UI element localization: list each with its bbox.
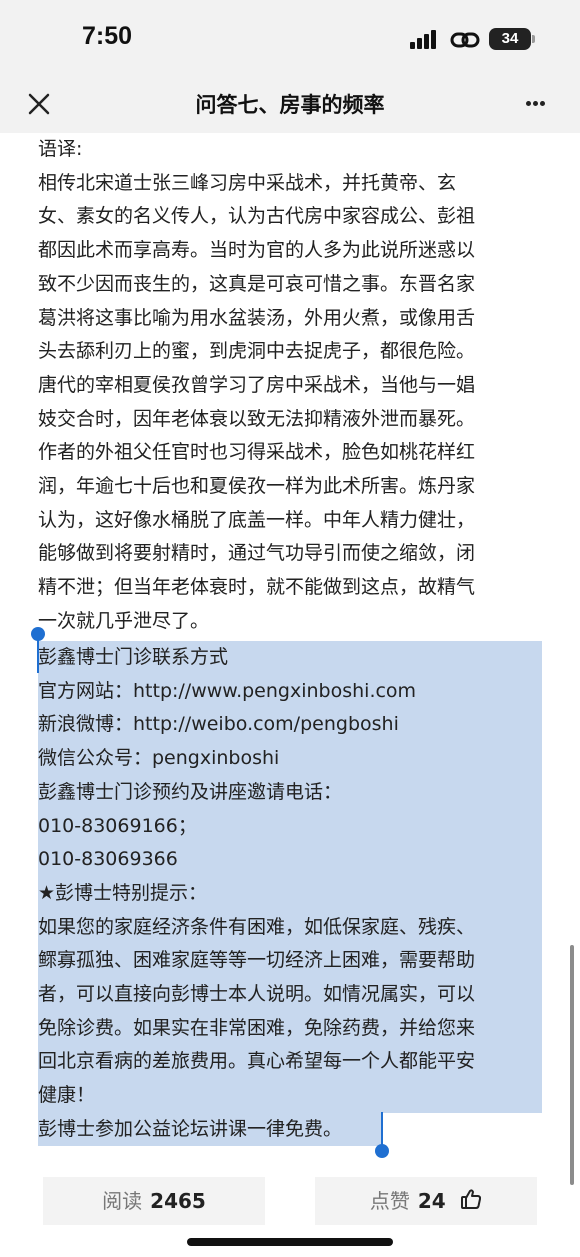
article-body: 语译: 相传北宋道士张三峰习房中采战术，并托黄帝、玄 女、素女的名义传人，认为古…	[38, 133, 548, 639]
article-line: 一次就几乎泄尽了。	[38, 609, 210, 632]
status-time: 7:50	[82, 22, 133, 50]
article-line: 润，年逾七十后也和夏侯孜一样为此术所害。炼丹家	[38, 475, 476, 498]
phone-number: 010-83069366	[38, 848, 178, 871]
home-indicator[interactable]	[187, 1238, 393, 1246]
status-bar: 7:50 34	[0, 0, 580, 75]
article-line: 能够做到将要射精时，通过气功导引而使之缩敛，闭	[38, 542, 476, 565]
read-count-box: 阅读 2465	[43, 1177, 265, 1225]
thumbs-up-icon	[460, 1179, 482, 1227]
article-line: 认为，这好像水桶脱了底盖一样。中年人精力健壮，	[38, 508, 476, 531]
read-count: 2465	[150, 1189, 206, 1213]
signal-icon	[410, 30, 438, 49]
notice-line: 回北京看病的差旅费用。真心希望每一个人都能平安	[38, 1050, 476, 1073]
more-icon	[526, 91, 547, 110]
selection-start-handle-bar[interactable]	[37, 637, 39, 673]
phone-heading: 彭鑫博士门诊预约及讲座邀请电话：	[38, 780, 343, 803]
like-button[interactable]: 点赞 24	[315, 1177, 537, 1225]
selection-end-handle[interactable]	[375, 1144, 389, 1158]
link-icon	[450, 29, 480, 55]
free-lecture-line: 彭博士参加公益论坛讲课一律免费。	[38, 1117, 343, 1140]
notice-heading: ★彭博士特别提示：	[38, 881, 208, 904]
more-button[interactable]	[526, 89, 558, 119]
article-line: 女、素女的名义传人，认为古代房中家容成公、彭祖	[38, 205, 476, 228]
article-line: 葛洪将这事比喻为用水盆装汤，外用火煮，或像用舌	[38, 306, 476, 329]
selection-start-handle[interactable]	[31, 627, 45, 641]
article-line: 作者的外祖父任官时也习得采战术，脸色如桃花样红	[38, 441, 476, 464]
article-line: 致不少因而丧生的，这真是可哀可惜之事。东晋名家	[38, 272, 476, 295]
battery-icon: 34	[489, 28, 531, 50]
wechat-line: 微信公众号：pengxinboshi	[38, 747, 280, 770]
notice-line: 者，可以直接向彭博士本人说明。如情况属实，可以	[38, 983, 476, 1006]
article-line: 唐代的宰相夏侯孜曾学习了房中采战术，当他与一娼	[38, 373, 476, 396]
scrollbar[interactable]	[570, 945, 574, 1185]
official-website-line: 官方网站：http://www.pengxinboshi.com	[38, 679, 417, 702]
notice-line: 免除诊费。如果实在非常困难，免除药费，并给您来	[38, 1016, 476, 1039]
article-line: 妓交合时，因年老体衰以致无法抑精液外泄而暴死。	[38, 407, 476, 430]
phone-number: 010-83069166；	[38, 814, 197, 837]
read-label: 阅读	[102, 1189, 143, 1213]
article-line: 头去舔利刃上的蜜，到虎洞中去捉虎子，都很危险。	[38, 340, 476, 363]
article-line: 都因此术而享高寿。当时为官的人多为此说所迷惑以	[38, 239, 476, 262]
page-title: 问答七、房事的频率	[195, 93, 385, 117]
like-label: 点赞	[369, 1189, 410, 1213]
notice-line: 如果您的家庭经济条件有困难，如低保家庭、残疾、	[38, 915, 476, 938]
weibo-line: 新浪微博：http://weibo.com/pengboshi	[38, 713, 399, 736]
notice-line: 鳏寡孤独、困难家庭等等一切经济上困难，需要帮助	[38, 949, 476, 972]
article-line: 相传北宋道士张三峰习房中采战术，并托黄帝、玄	[38, 171, 457, 194]
article-line: 语译:	[38, 138, 83, 160]
contact-section[interactable]: 彭鑫博士门诊联系方式 官方网站：http://www.pengxinboshi.…	[38, 641, 544, 1147]
battery-tip	[532, 35, 535, 43]
nav-bar: 问答七、房事的频率	[0, 75, 580, 133]
like-count: 24	[417, 1189, 446, 1213]
notice-line: 健康！	[38, 1084, 96, 1107]
contact-heading: 彭鑫博士门诊联系方式	[38, 646, 229, 668]
article-line: 精不泄；但当年老体衰时，就不能做到这点，故精气	[38, 576, 476, 599]
